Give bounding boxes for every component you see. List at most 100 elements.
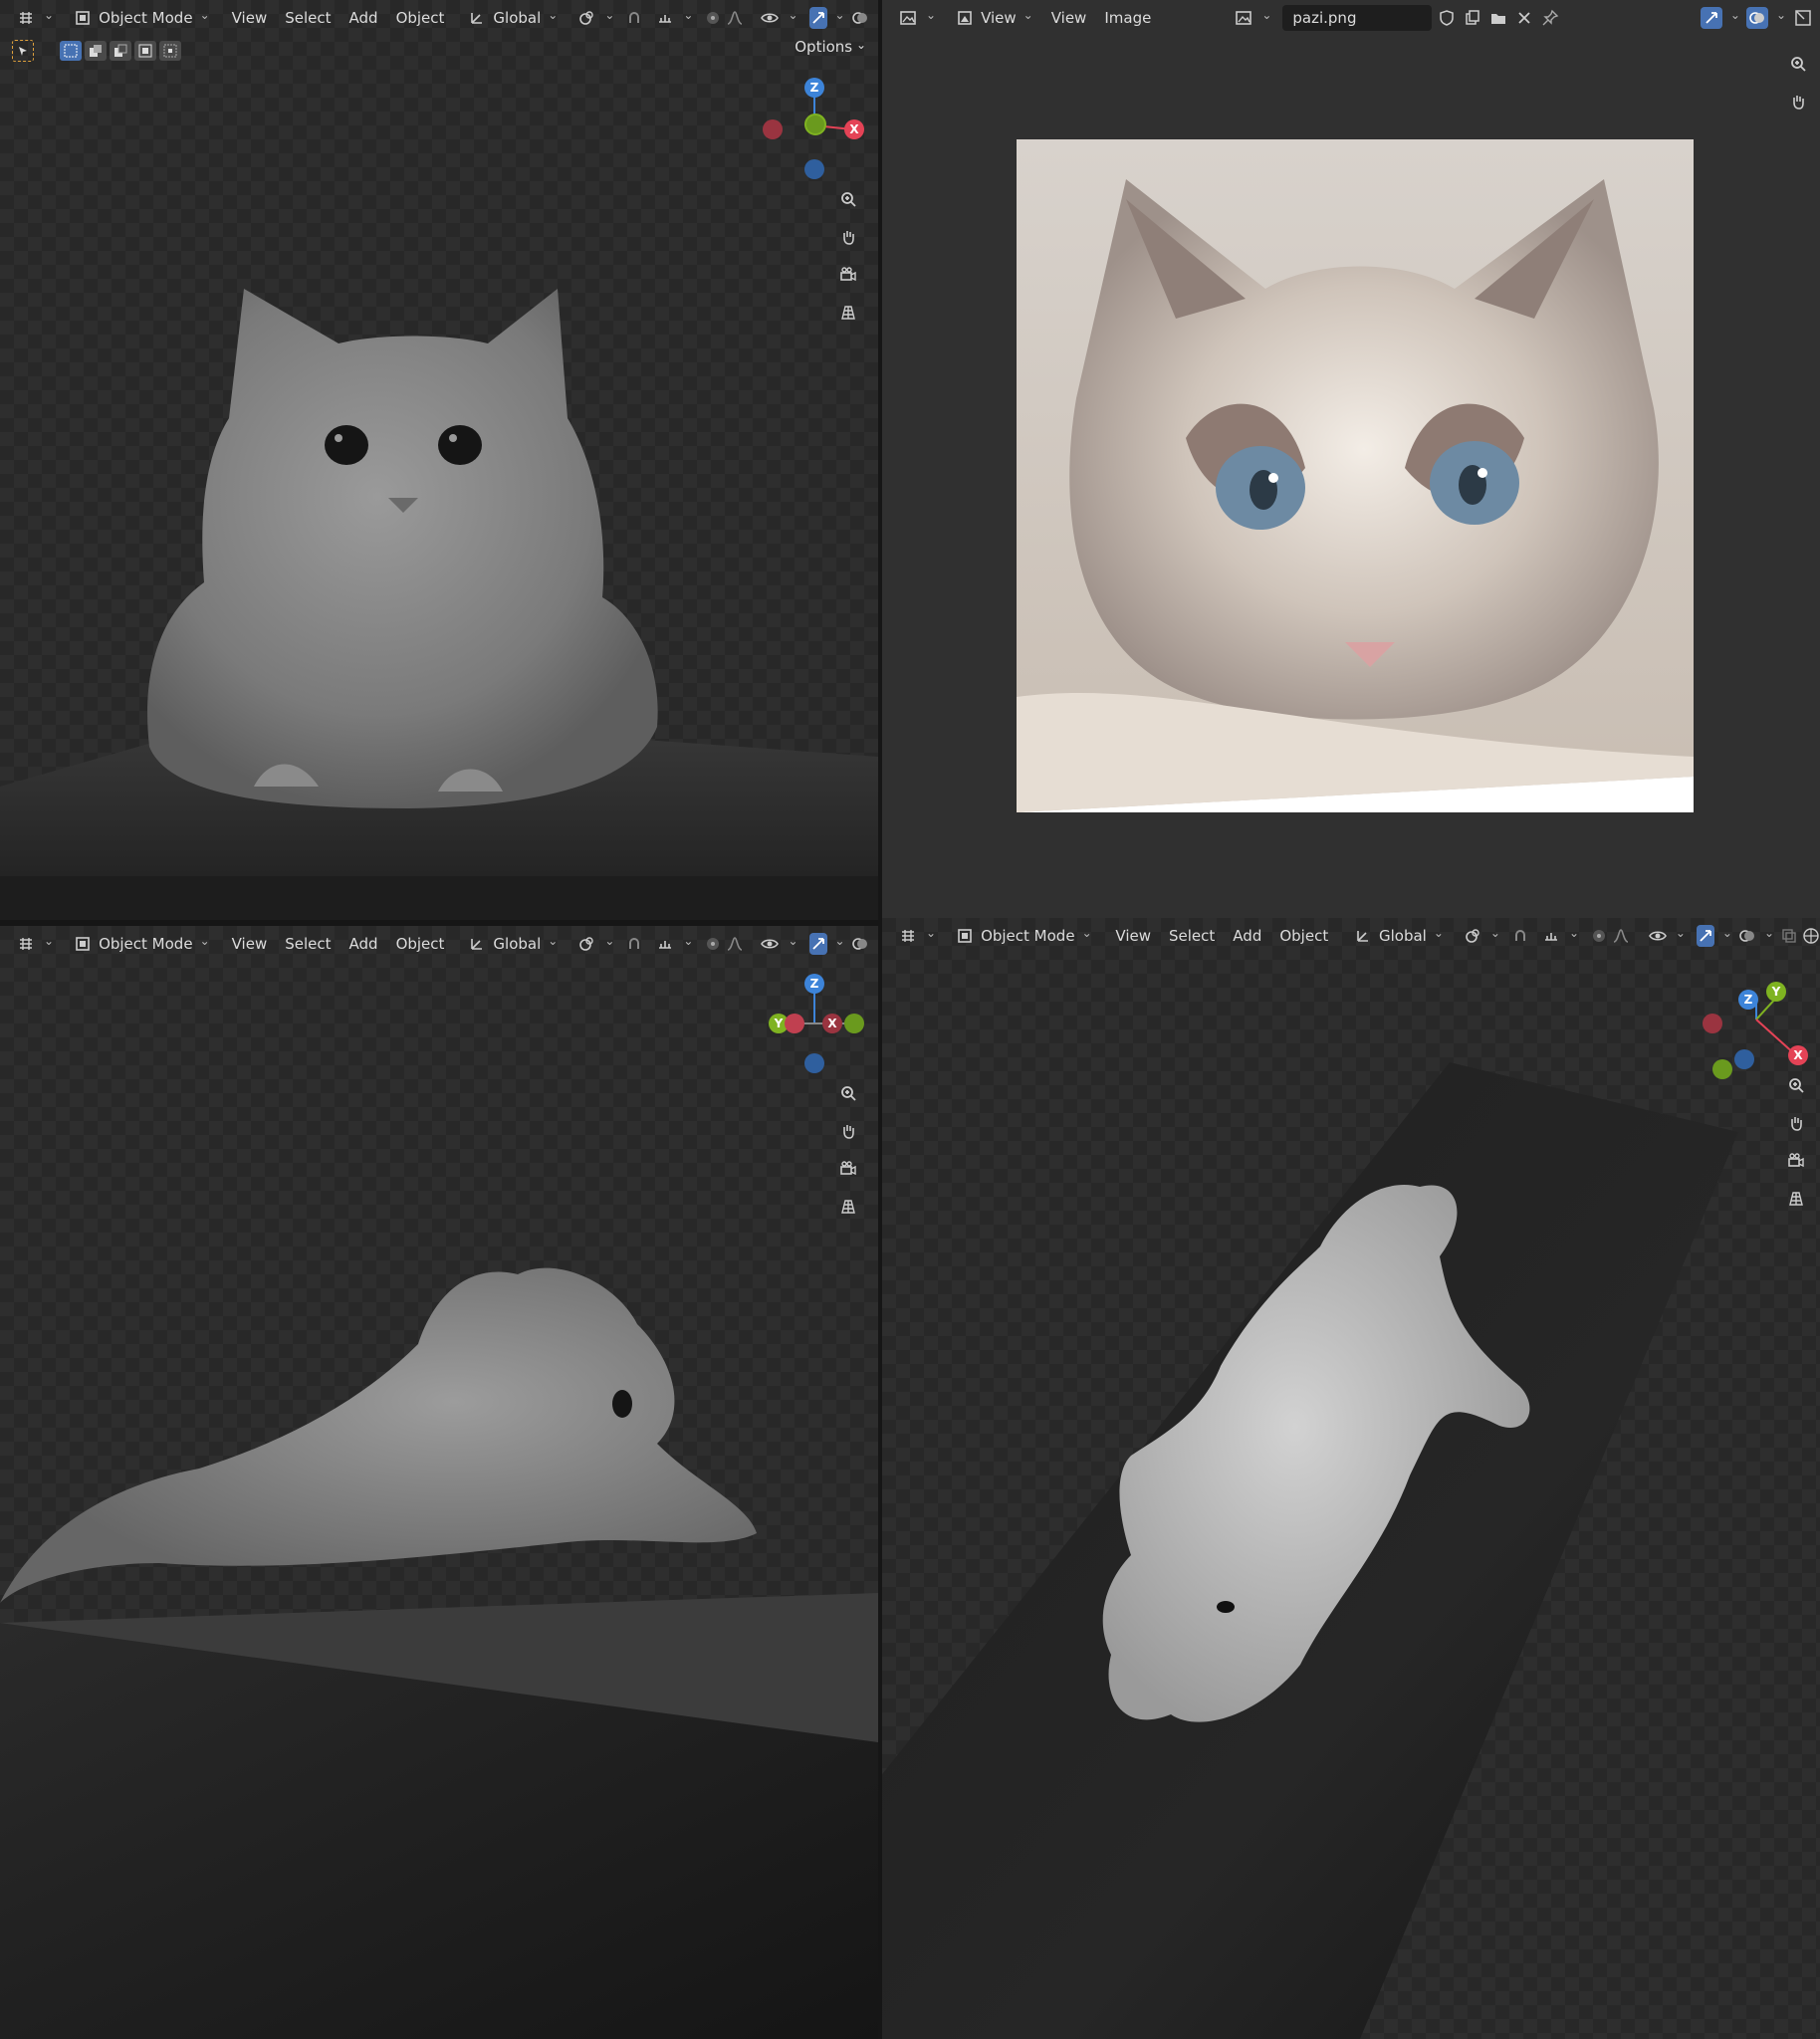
gizmo-y-axis[interactable]: Y bbox=[1766, 982, 1786, 1002]
gizmo-dropdown[interactable] bbox=[1726, 5, 1742, 31]
overlay-dropdown[interactable] bbox=[873, 931, 878, 957]
hand-icon[interactable] bbox=[834, 223, 862, 251]
image-filename-field[interactable]: pazi.png bbox=[1282, 5, 1433, 31]
gizmo-z-axis[interactable]: Z bbox=[1738, 990, 1758, 1010]
view-menu[interactable]: View bbox=[1044, 5, 1094, 31]
overlay-icon[interactable] bbox=[1745, 7, 1768, 29]
mode-new-selection-button[interactable] bbox=[60, 41, 82, 61]
overlay-dropdown[interactable] bbox=[1760, 923, 1776, 949]
gizmo-toggle-icon[interactable] bbox=[808, 933, 827, 955]
editor-type-button[interactable] bbox=[890, 5, 943, 31]
pivot-dropdown[interactable] bbox=[569, 931, 621, 957]
zoom-icon[interactable] bbox=[834, 185, 862, 213]
image-canvas[interactable] bbox=[1017, 139, 1694, 812]
zoom-icon[interactable] bbox=[1782, 1071, 1810, 1099]
pin-icon[interactable] bbox=[1539, 7, 1561, 29]
gizmo-x-axis[interactable]: X bbox=[1788, 1045, 1808, 1065]
select-menu[interactable]: Select bbox=[278, 931, 338, 957]
shading-wireframe-icon[interactable] bbox=[1802, 925, 1820, 947]
gizmo-neg-x-axis[interactable] bbox=[763, 119, 783, 139]
viewport-bottom-left[interactable]: Object Mode View Select Add Object Globa… bbox=[0, 926, 878, 2039]
pivot-dropdown[interactable] bbox=[1455, 923, 1507, 949]
gizmo-dropdown[interactable] bbox=[1718, 923, 1734, 949]
mode-invert-selection-button[interactable] bbox=[134, 41, 156, 61]
mode-subtract-selection-button[interactable] bbox=[110, 41, 131, 61]
gizmo-neg-z-axis[interactable] bbox=[804, 1053, 824, 1073]
snap-icon[interactable] bbox=[625, 933, 643, 955]
select-box-tool[interactable] bbox=[12, 40, 34, 62]
navigation-gizmo[interactable]: Z X bbox=[757, 78, 876, 187]
object-mode-dropdown[interactable]: Object Mode bbox=[947, 923, 1099, 949]
gizmo-neg-y-axis[interactable] bbox=[1712, 1059, 1732, 1079]
visibility-dropdown[interactable] bbox=[752, 5, 804, 31]
proportional-edit-icon[interactable] bbox=[1590, 925, 1608, 947]
snap-target-dropdown[interactable] bbox=[647, 5, 700, 31]
falloff-icon[interactable] bbox=[726, 933, 744, 955]
overlay-icon[interactable] bbox=[851, 933, 869, 955]
object-menu[interactable]: Object bbox=[389, 5, 452, 31]
pivot-dropdown[interactable] bbox=[569, 5, 621, 31]
proportional-edit-icon[interactable] bbox=[704, 933, 722, 955]
select-menu[interactable]: Select bbox=[1162, 923, 1222, 949]
add-menu[interactable]: Add bbox=[342, 931, 385, 957]
new-image-icon[interactable] bbox=[1462, 7, 1483, 29]
editor-type-button[interactable] bbox=[890, 923, 943, 949]
visibility-dropdown[interactable] bbox=[752, 931, 804, 957]
add-menu[interactable]: Add bbox=[342, 5, 385, 31]
snap-target-dropdown[interactable] bbox=[1533, 923, 1586, 949]
proportional-edit-icon[interactable] bbox=[704, 7, 722, 29]
xray-icon[interactable] bbox=[1780, 925, 1798, 947]
zoom-icon[interactable] bbox=[1784, 50, 1812, 78]
ortho-grid-icon[interactable] bbox=[834, 1193, 862, 1221]
object-mode-dropdown[interactable]: Object Mode bbox=[65, 5, 217, 31]
view-menu[interactable]: View bbox=[1108, 923, 1158, 949]
fake-user-shield-icon[interactable] bbox=[1436, 7, 1458, 29]
snap-target-dropdown[interactable] bbox=[647, 931, 700, 957]
gizmo-x-axis[interactable]: X bbox=[844, 119, 864, 139]
view-mode-dropdown[interactable]: View bbox=[947, 5, 1040, 31]
gizmo-neg-y-axis[interactable] bbox=[844, 1014, 864, 1033]
gizmo-y-axis[interactable] bbox=[804, 113, 826, 135]
mode-extend-selection-button[interactable] bbox=[85, 41, 107, 61]
hand-icon[interactable] bbox=[1782, 1109, 1810, 1137]
gizmo-dropdown[interactable] bbox=[831, 931, 847, 957]
gizmo-x-axis[interactable]: X bbox=[822, 1014, 842, 1033]
image-menu[interactable]: Image bbox=[1097, 5, 1158, 31]
object-mode-dropdown[interactable]: Object Mode bbox=[65, 931, 217, 957]
hand-icon[interactable] bbox=[834, 1117, 862, 1145]
hand-icon[interactable] bbox=[1784, 88, 1812, 115]
camera-icon[interactable] bbox=[834, 1155, 862, 1183]
view-menu[interactable]: View bbox=[225, 931, 275, 957]
mode-intersect-selection-button[interactable] bbox=[159, 41, 181, 61]
viewport-top-left[interactable]: Object Mode View Select Add Object Globa… bbox=[0, 0, 878, 920]
sidebar-toggle-icon[interactable] bbox=[1792, 7, 1814, 29]
ortho-grid-icon[interactable] bbox=[834, 299, 862, 327]
editor-type-button[interactable] bbox=[8, 931, 61, 957]
object-menu[interactable]: Object bbox=[389, 931, 452, 957]
snap-icon[interactable] bbox=[1511, 925, 1529, 947]
open-folder-icon[interactable] bbox=[1487, 7, 1509, 29]
object-menu[interactable]: Object bbox=[1272, 923, 1335, 949]
gizmo-toggle-icon[interactable] bbox=[1696, 925, 1714, 947]
overlay-dropdown[interactable] bbox=[1772, 5, 1788, 31]
transform-orientation-dropdown[interactable]: Global bbox=[459, 5, 565, 31]
visibility-dropdown[interactable] bbox=[1640, 923, 1693, 949]
gizmo-neg-x-axis[interactable] bbox=[785, 1014, 804, 1033]
browse-image-dropdown[interactable] bbox=[1226, 5, 1278, 31]
gizmo-toggle-icon[interactable] bbox=[1700, 7, 1722, 29]
select-menu[interactable]: Select bbox=[278, 5, 338, 31]
zoom-icon[interactable] bbox=[834, 1079, 862, 1107]
gizmo-z-axis[interactable]: Z bbox=[804, 78, 824, 98]
overlay-dropdown[interactable] bbox=[873, 5, 878, 31]
falloff-icon[interactable] bbox=[1612, 925, 1630, 947]
falloff-icon[interactable] bbox=[726, 7, 744, 29]
camera-icon[interactable] bbox=[1782, 1147, 1810, 1175]
gizmo-dropdown[interactable] bbox=[831, 5, 847, 31]
view-menu[interactable]: View bbox=[225, 5, 275, 31]
ortho-grid-icon[interactable] bbox=[1782, 1185, 1810, 1213]
transform-orientation-dropdown[interactable]: Global bbox=[459, 931, 565, 957]
options-dropdown[interactable]: Options bbox=[795, 38, 866, 56]
camera-icon[interactable] bbox=[834, 261, 862, 289]
close-icon[interactable] bbox=[1513, 7, 1535, 29]
add-menu[interactable]: Add bbox=[1226, 923, 1268, 949]
